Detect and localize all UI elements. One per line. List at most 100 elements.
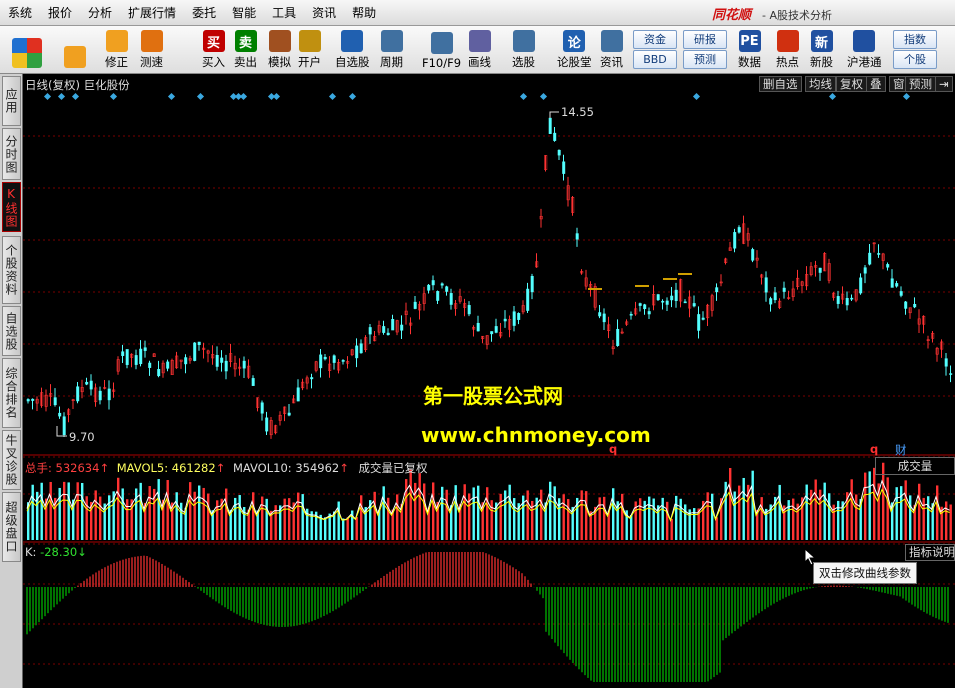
star-icon (341, 30, 364, 52)
q-marker-2[interactable]: q (870, 442, 878, 456)
toolbar-button-lock[interactable]: 开户 (298, 28, 321, 72)
total-volume-value: 532634 (55, 461, 100, 475)
toolbar-button-label: 修正 (105, 55, 128, 69)
toolbar-button-label: 选股 (512, 55, 535, 69)
low-price-label: 9.70 (69, 430, 95, 444)
volume-panel-button[interactable]: 成交量 (875, 457, 955, 475)
toolbar-small-button-4[interactable]: 指数 (893, 30, 937, 49)
signal-diamond-icon (272, 92, 281, 101)
toolbar-small-button-1[interactable]: BBD (633, 50, 677, 69)
toolbar-button-label: 资讯 (600, 55, 623, 69)
toolbar-button-stock-pick[interactable]: 选股 (512, 28, 535, 72)
chart-area[interactable]: 日线(复权) 巨化股份 删自选 均线 复权叠窗预测 ⇥ 14.55 9.70 第一股票… (23, 74, 955, 688)
toolbar-button-label: 模拟 (268, 55, 291, 69)
indicator-legend: K: -28.30↓ (25, 545, 87, 559)
toolbar-button-label: 论股堂 (557, 55, 592, 69)
indicator-info-button[interactable]: 指标说明 (905, 544, 955, 561)
toolbar-button-buy[interactable]: 买买入 (202, 28, 225, 72)
signal-diamond-icon (196, 92, 205, 101)
menu-bar: 系统 报价 分析 扩展行情 委托 智能 工具 资讯 帮助 同花顺 - A股技术分… (0, 0, 955, 26)
toolbar-button-fire[interactable]: 热点 (776, 28, 799, 72)
forum-icon: 论 (563, 30, 586, 52)
signal-diamond-icon (539, 92, 548, 101)
signal-diamond-icon (239, 92, 248, 101)
mavol10-label: MAVOL10: (232, 461, 292, 475)
clock-icon (140, 30, 163, 52)
tab-intraday[interactable]: 分时图 (2, 128, 21, 180)
toolbar-button-new-stock[interactable]: 新新股 (810, 28, 833, 72)
signal-diamond-icon (328, 92, 337, 101)
menu-news[interactable]: 资讯 (304, 0, 344, 26)
news-icon (600, 30, 623, 52)
menu-tools[interactable]: 工具 (264, 0, 304, 26)
signal-diamond-icon (43, 92, 52, 101)
toolbar-small-button-3[interactable]: 预测 (683, 50, 727, 69)
toolbar-small-button-0[interactable]: 资金 (633, 30, 677, 49)
toolbar-button-label: 数据 (738, 55, 761, 69)
menu-system[interactable]: 系统 (0, 0, 40, 26)
toolbar-small-button-5[interactable]: 个股 (893, 50, 937, 69)
back-arrow-icon (64, 46, 86, 68)
mavol10-value: 354962 (295, 461, 340, 475)
mouse-cursor-icon (804, 548, 817, 566)
menu-smart[interactable]: 智能 (224, 0, 264, 26)
toolbar-button-forum[interactable]: 论论股堂 (557, 28, 592, 72)
mavol5-value: 461282 (171, 461, 216, 475)
tab-stock-profile[interactable]: 个股资料 (2, 236, 21, 304)
toolbar-button-hk-connect[interactable]: 沪港通 (847, 28, 882, 72)
indicator-k-label: K: (25, 545, 37, 559)
new-stock-icon: 新 (810, 30, 833, 52)
tab-apps[interactable]: 应用 (2, 76, 21, 126)
toolbar-button-clock-period[interactable]: 周期 (380, 28, 403, 72)
menu-analysis[interactable]: 分析 (80, 0, 120, 26)
high-price-label: 14.55 (561, 105, 594, 119)
toolbar-button-label: 卖出 (234, 55, 257, 69)
toolbar-button-star[interactable]: 自选股 (335, 28, 370, 72)
signal-diamond-icon (109, 92, 118, 101)
watermark-title: 第一股票公式网 (423, 384, 563, 408)
toolbar-button-pe[interactable]: PE 数据 (738, 28, 761, 72)
toolbar: 修正 测速 买买入卖卖出 模拟 开户 自选股 周期 F10/F9 画线 选股 论论股堂 资讯 PE 数据 热… (0, 26, 955, 74)
volume-note: 成交量已复权 (358, 461, 428, 475)
indicator-k-value: -28.30 (40, 545, 78, 559)
toolbar-button-pencil[interactable]: 画线 (468, 28, 491, 72)
signal-diamond-icon (519, 92, 528, 101)
app-logo: 同花顺 (712, 8, 752, 23)
menu-order[interactable]: 委托 (184, 0, 224, 26)
menu-extended[interactable]: 扩展行情 (120, 0, 184, 26)
toolbar-button-news[interactable]: 资讯 (600, 28, 623, 72)
tab-watchlist[interactable]: 自选股 (2, 306, 21, 356)
pencil-icon (468, 30, 491, 52)
tab-kline[interactable]: K线图 (2, 182, 21, 232)
sell-icon: 卖 (234, 30, 257, 52)
toolbar-button-label: F10/F9 (422, 56, 462, 70)
volume-legend: 总手: 532634↑ MAVOL5: 461282↑ MAVOL10: 354… (25, 461, 428, 475)
toolbar-button-label: 沪港通 (847, 55, 882, 69)
toolbar-button-label: 画线 (468, 55, 491, 69)
toolbar-button-label: 开户 (298, 55, 321, 69)
toolbar-button-clock[interactable]: 测速 (140, 28, 163, 72)
q-marker[interactable]: q (609, 442, 617, 456)
tab-ranking[interactable]: 综合排名 (2, 358, 21, 428)
toolbar-button-label: 自选股 (335, 55, 370, 69)
toolbar-button-windows[interactable] (12, 28, 42, 72)
menu-quote[interactable]: 报价 (40, 0, 80, 26)
f10-icon (430, 32, 453, 54)
tab-super-order[interactable]: 超级盘口 (2, 492, 21, 562)
toolbar-button-hammer[interactable]: 模拟 (268, 28, 291, 72)
toolbar-button-up-down-arrow[interactable]: 修正 (105, 28, 128, 72)
app-title: - A股技术分析 (762, 9, 832, 22)
signal-diamond-icon (692, 92, 701, 101)
clock-period-icon (380, 30, 403, 52)
signal-diamond-icon (828, 92, 837, 101)
menu-help[interactable]: 帮助 (344, 0, 384, 26)
toolbar-small-button-2[interactable]: 研报 (683, 30, 727, 49)
toolbar-button-label: 周期 (380, 55, 403, 69)
toolbar-button-sell[interactable]: 卖卖出 (234, 28, 257, 72)
signal-diamond-icon (348, 92, 357, 101)
toolbar-button-back-arrow[interactable] (64, 28, 86, 72)
tab-diagnosis[interactable]: 牛叉诊股 (2, 430, 21, 490)
finance-marker[interactable]: 财 (895, 442, 907, 458)
buy-icon: 买 (202, 30, 225, 52)
toolbar-button-f10[interactable]: F10/F9 (422, 28, 461, 72)
